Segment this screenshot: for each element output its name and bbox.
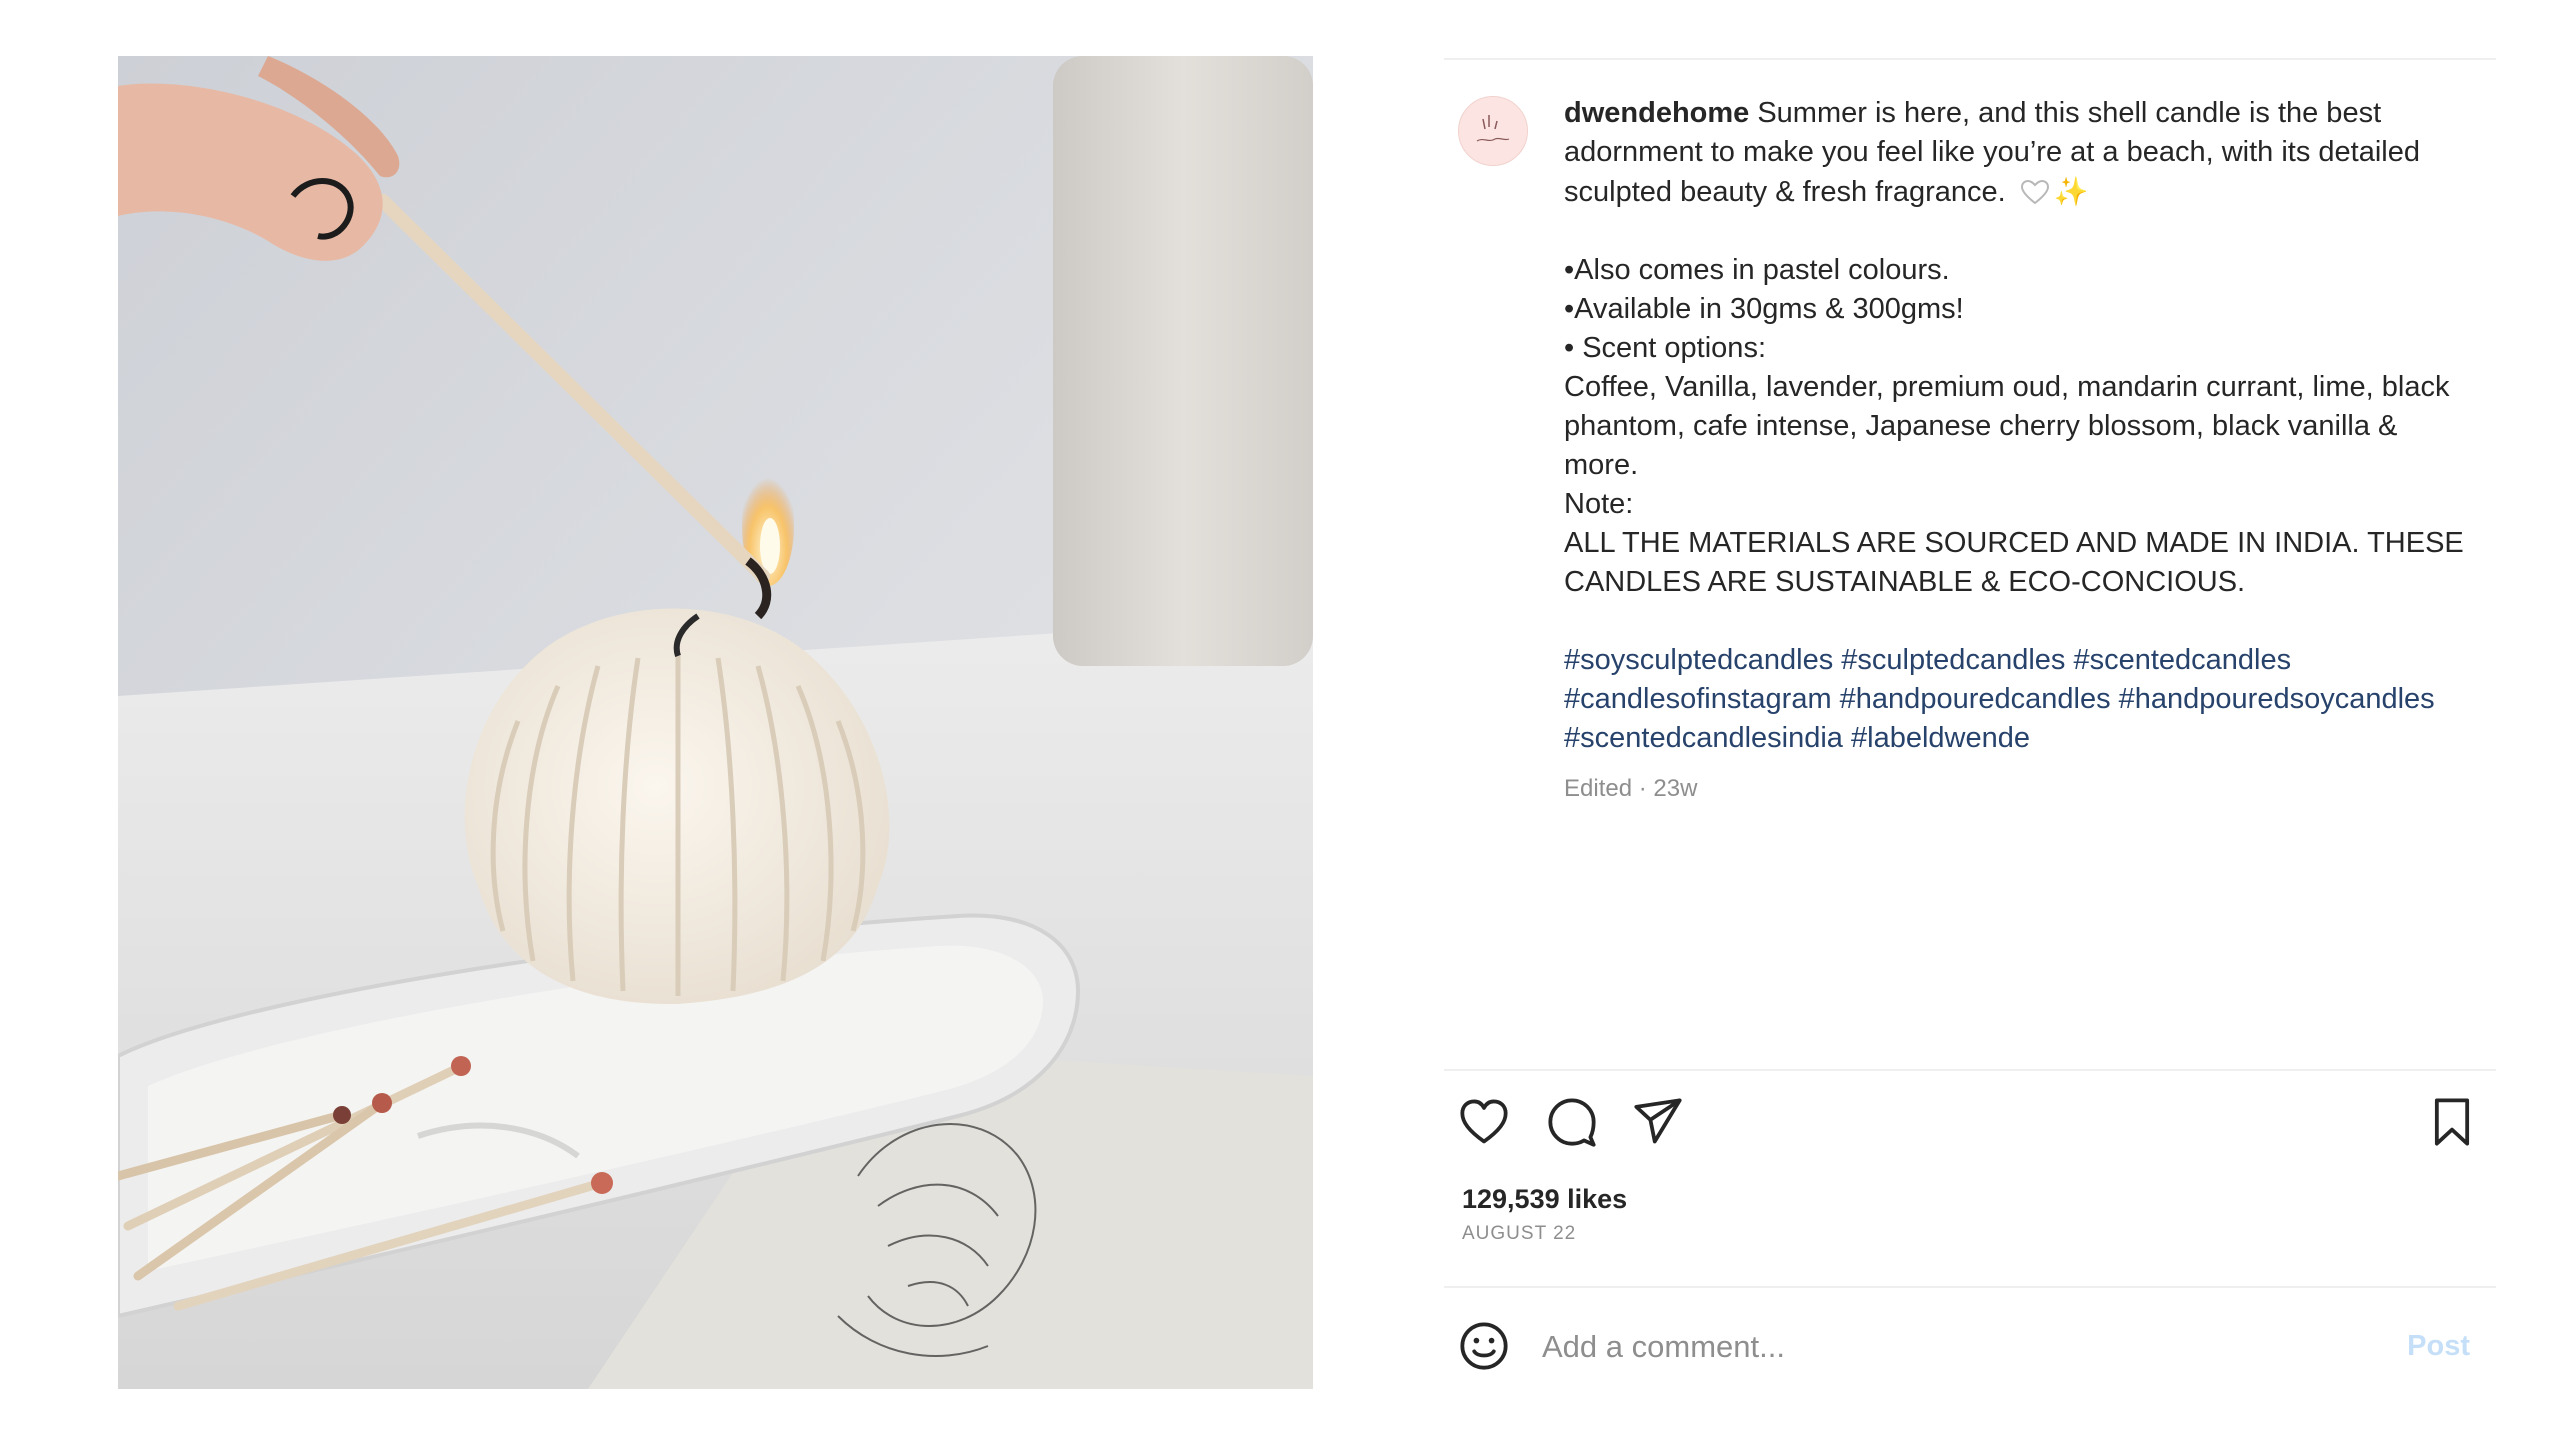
hashtag-link[interactable]: #candlesofinstagram (1564, 683, 1832, 715)
hashtag-link[interactable]: #sculptedcandles (1841, 644, 2065, 676)
caption-line: • Scent options: (1564, 332, 1766, 364)
white-heart-icon (2020, 179, 2049, 205)
post-comment-button[interactable]: Post (2407, 1330, 2470, 1363)
caption-line: Note: (1564, 488, 1634, 520)
comment-icon[interactable] (1546, 1096, 1598, 1148)
post-image[interactable] (118, 56, 1313, 1389)
edited-timestamp: Edited · 23w (1564, 775, 1698, 802)
sparkles-icon: ✨ (2053, 176, 2089, 207)
post-username[interactable]: dwendehome (1564, 97, 1749, 129)
divider (1444, 1069, 2496, 1071)
paper-plane-icon[interactable] (1632, 1096, 1684, 1148)
likes-count[interactable]: 129,539 likes (1462, 1184, 1627, 1215)
comment-input[interactable] (1540, 1324, 2344, 1370)
post-details-panel: dwendehome Summer is here, and this shell… (1444, 56, 2496, 1389)
hashtag-link[interactable]: #scentedcandles (2073, 644, 2291, 676)
caption-line: •Available in 30gms & 300gms! (1564, 293, 1964, 325)
divider (1444, 58, 2496, 60)
action-bar (1458, 1096, 2478, 1156)
hashtag-link[interactable]: #scentedcandlesindia (1564, 722, 1843, 754)
heart-icon[interactable] (1458, 1096, 1510, 1148)
hashtag-link[interactable]: #soysculptedcandles (1564, 644, 1833, 676)
hashtag-link[interactable]: #handpouredsoycandles (2119, 683, 2435, 715)
hashtag-link[interactable]: #handpouredcandles (1840, 683, 2111, 715)
post-date: AUGUST 22 (1462, 1223, 1577, 1244)
hashtags: #soysculptedcandles #sculptedcandles #sc… (1564, 641, 2464, 758)
divider (1444, 1286, 2496, 1288)
avatar[interactable] (1458, 96, 1528, 166)
shell-candle-photo (118, 56, 1313, 1389)
bookmark-icon[interactable] (2426, 1096, 2478, 1148)
caption-line: •Also comes in pastel colours. (1564, 254, 1950, 286)
comment-bar: Post (1444, 1316, 2496, 1386)
smiley-icon[interactable] (1458, 1320, 1510, 1372)
caption-line: Coffee, Vanilla, lavender, premium oud, … (1564, 371, 2450, 481)
post-caption: dwendehome Summer is here, and this shell… (1564, 94, 2464, 804)
caption-line: ALL THE MATERIALS ARE SOURCED AND MADE I… (1564, 527, 2464, 598)
hashtag-link[interactable]: #labeldwende (1851, 722, 2030, 754)
